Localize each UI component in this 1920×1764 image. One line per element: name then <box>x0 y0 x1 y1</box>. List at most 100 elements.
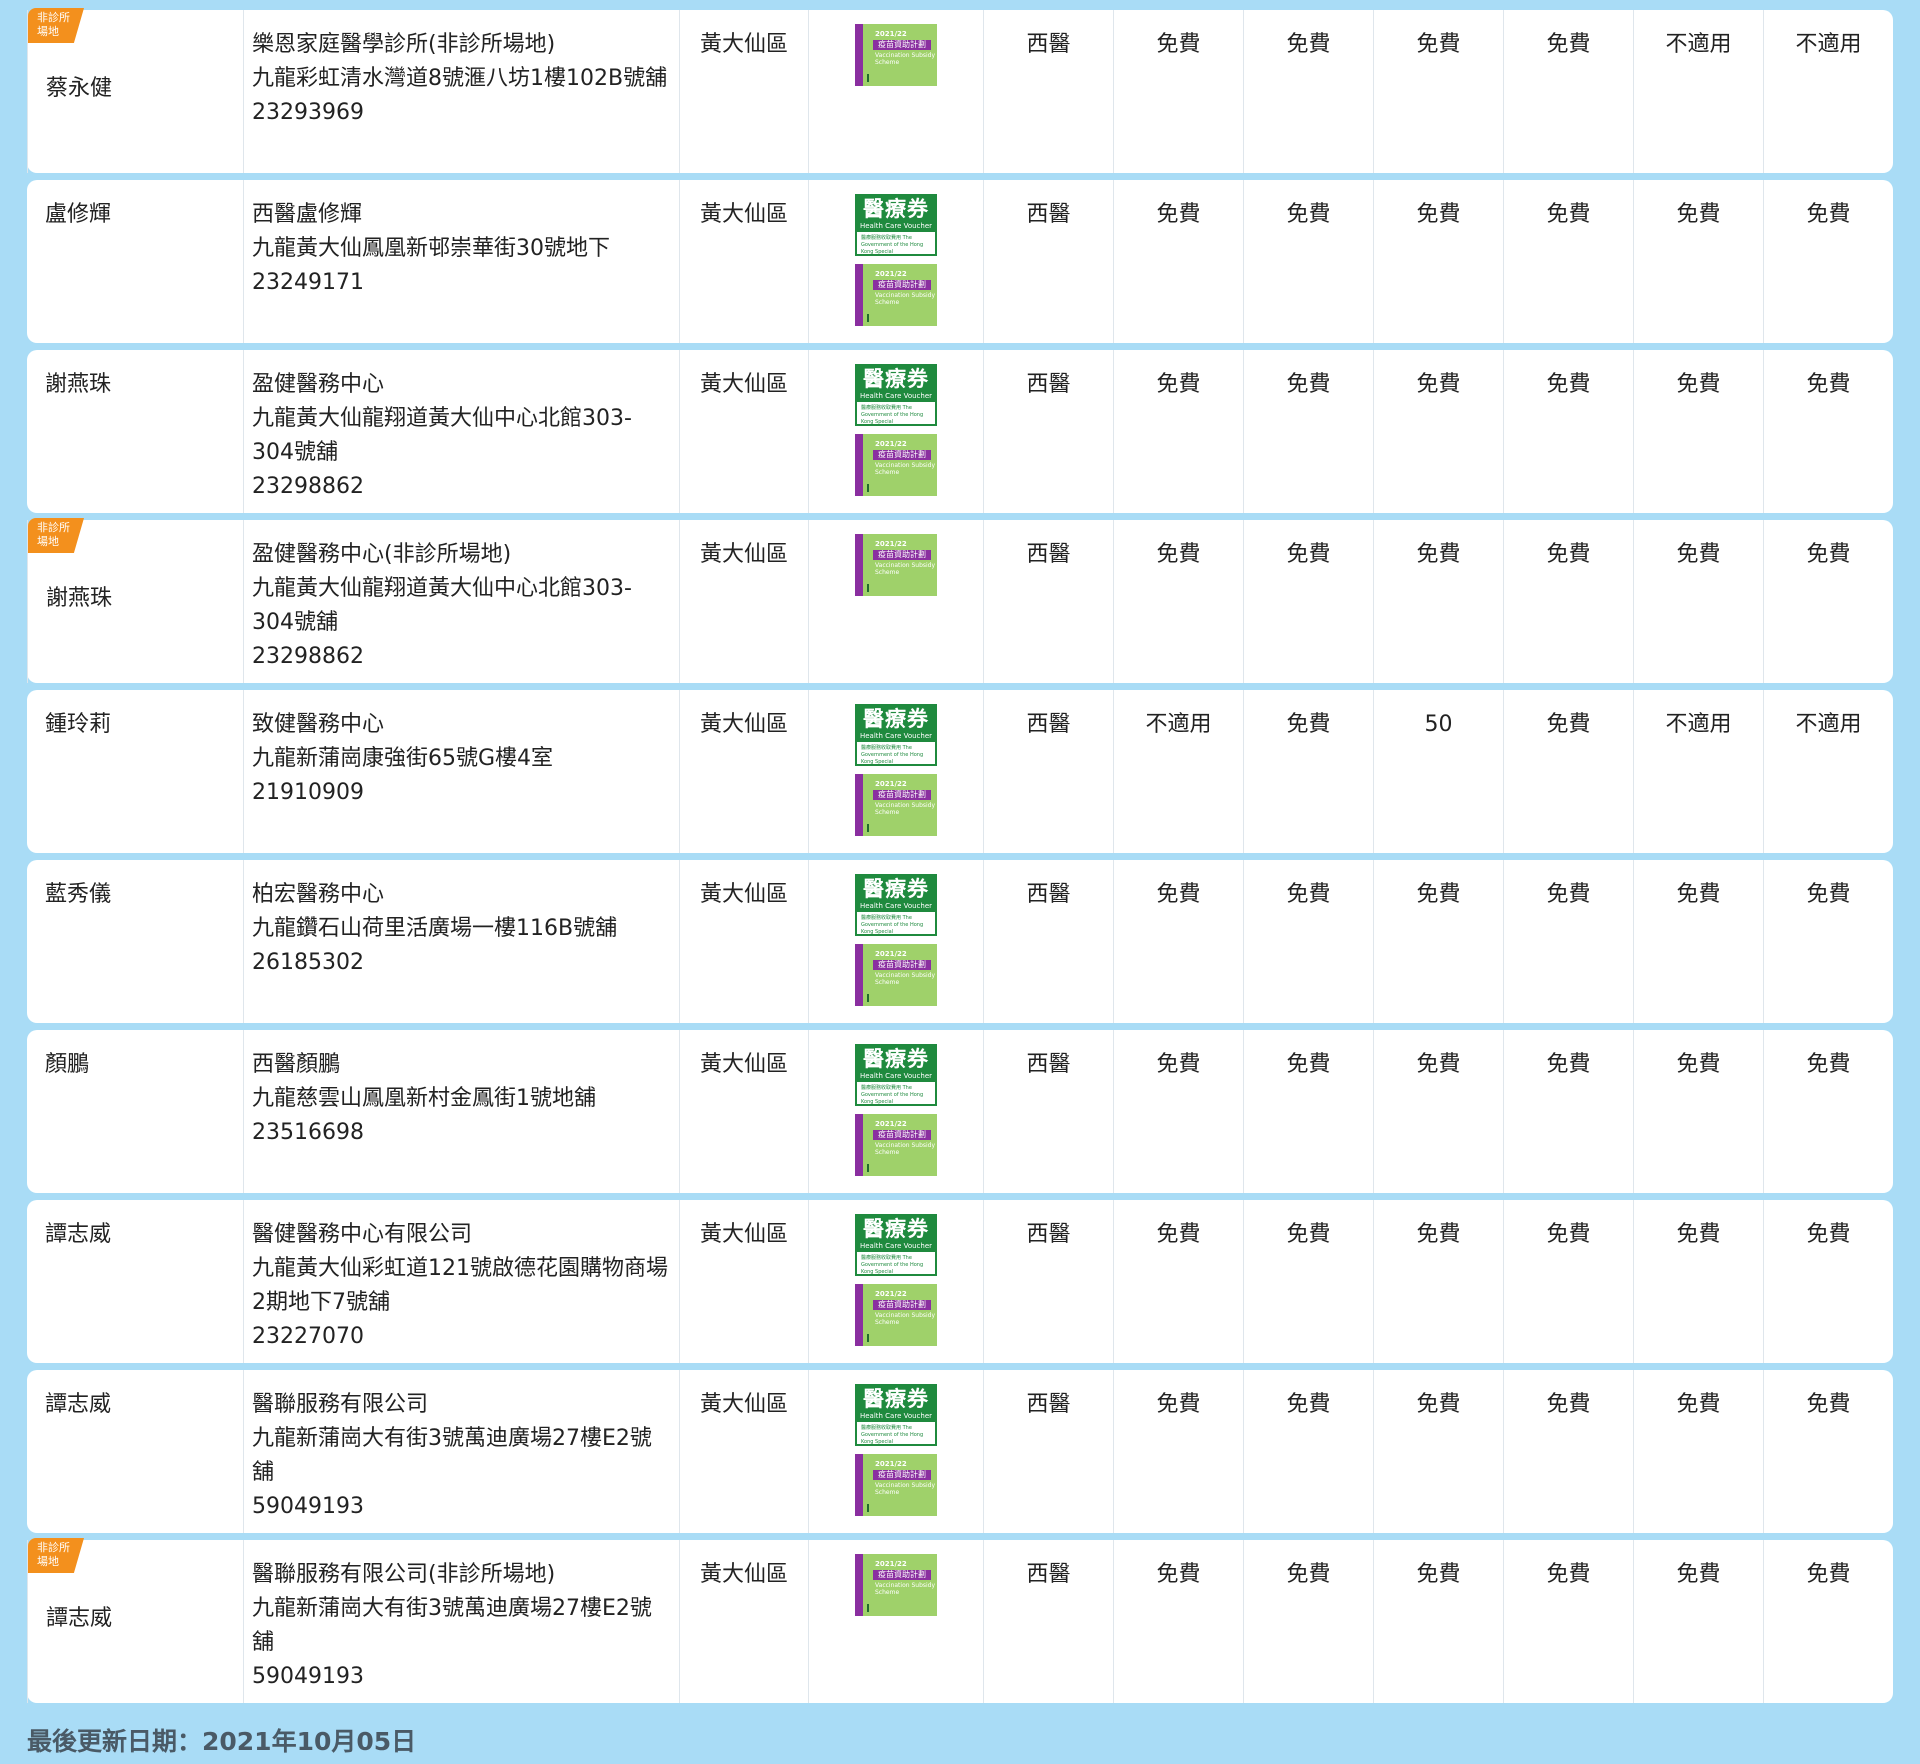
fee-cell-2: 免費 <box>1243 520 1373 683</box>
vss-title: 疫苗資助計劃 <box>873 1300 931 1310</box>
fee-cell-3: 免費 <box>1373 520 1503 683</box>
hcv-title: 醫療券 <box>863 366 929 391</box>
clinic-address: 九龍黃大仙龍翔道黃大仙中心北館303-304號舖 <box>252 406 632 465</box>
fee-cell-1: 免費 <box>1113 860 1243 1023</box>
vaccination-subsidy-scheme-logo: 2021/22 疫苗資助計劃 Vaccination Subsidy Scheme <box>855 434 937 496</box>
table-row: 非診所 場地 蔡永健 樂恩家庭醫學診所(非診所場地) 九龍彩虹清水灣道8號滙八坊… <box>27 8 1893 173</box>
vss-year: 2021/22 <box>875 950 907 958</box>
clinic-info: 柏宏醫務中心 九龍鑽石山荷里活廣場一樓116B號舖 26185302 <box>243 860 679 1023</box>
scheme-logos: 醫療券 Health Care Voucher 醫療服務收取費用 The Gover… <box>808 690 983 853</box>
fee-cell-2: 免費 <box>1243 1370 1373 1533</box>
hcv-small-text: 醫療服務收取費用 The Government of the Hong Kong… <box>857 232 935 254</box>
clinic-info: 西醫顏鵬 九龍慈雲山鳳凰新村金鳳街1號地舖 23516698 <box>243 1030 679 1193</box>
doctor-type: 西醫 <box>983 690 1113 853</box>
fee-cell-1: 免費 <box>1113 1200 1243 1363</box>
fee-cell-5: 免費 <box>1633 1030 1763 1193</box>
vss-year: 2021/22 <box>875 1290 907 1298</box>
hcv-title: 醫療券 <box>863 1046 929 1071</box>
fee-cell-1: 免費 <box>1113 1540 1243 1703</box>
fee-cell-3: 免費 <box>1373 10 1503 173</box>
fee-cell-2: 免費 <box>1243 10 1373 173</box>
scheme-logos: 醫療券 Health Care Voucher 醫療服務收取費用 The Gover… <box>808 860 983 1023</box>
district: 黃大仙區 <box>679 350 808 513</box>
hcv-subtitle: Health Care Voucher <box>859 392 933 400</box>
fee-cell-2: 免費 <box>1243 690 1373 853</box>
clinic-info: 西醫盧修輝 九龍黃大仙鳳凰新邨崇華街30號地下 23249171 <box>243 180 679 343</box>
scheme-logos: 2021/22 疫苗資助計劃 Vaccination Subsidy Scheme <box>808 520 983 683</box>
fee-cell-5: 免費 <box>1633 1200 1763 1363</box>
scheme-logos: 醫療券 Health Care Voucher 醫療服務收取費用 The Gover… <box>808 350 983 513</box>
needle-icon <box>867 74 875 82</box>
vaccination-subsidy-scheme-logo: 2021/22 疫苗資助計劃 Vaccination Subsidy Scheme <box>855 1114 937 1176</box>
vss-year: 2021/22 <box>875 1120 907 1128</box>
health-care-voucher-logo: 醫療券 Health Care Voucher 醫療服務收取費用 The Gover… <box>855 874 937 936</box>
table-row: 非診所 場地 謝燕珠 盈健醫務中心(非診所場地) 九龍黃大仙龍翔道黃大仙中心北館… <box>27 518 1893 683</box>
clinic-table: 非診所 場地 蔡永健 樂恩家庭醫學診所(非診所場地) 九龍彩虹清水灣道8號滙八坊… <box>27 8 1893 1710</box>
fee-cell-1: 不適用 <box>1113 690 1243 853</box>
clinic-info: 醫聯服務有限公司(非診所場地) 九龍新蒲崗大有街3號萬迪廣場27樓E2號舖 59… <box>243 1540 679 1703</box>
health-care-voucher-logo: 醫療券 Health Care Voucher 醫療服務收取費用 The Gover… <box>855 704 937 766</box>
clinic-address: 九龍鑽石山荷里活廣場一樓116B號舖 <box>252 916 618 941</box>
doctor-name: 譚志威 <box>45 1392 112 1417</box>
last-updated-text: 最後更新日期：2021年10月05日 <box>27 1727 417 1756</box>
fee-cell-6: 免費 <box>1763 180 1893 343</box>
doctor-type: 西醫 <box>983 860 1113 1023</box>
clinic-info: 致健醫務中心 九龍新蒲崗康強街65號G樓4室 21910909 <box>243 690 679 853</box>
vss-title: 疫苗資助計劃 <box>873 790 931 800</box>
fee-cell-6: 免費 <box>1763 1540 1893 1703</box>
health-care-voucher-logo: 醫療券 Health Care Voucher 醫療服務收取費用 The Gover… <box>855 364 937 426</box>
hcv-title: 醫療券 <box>863 1386 929 1411</box>
vss-title: 疫苗資助計劃 <box>873 960 931 970</box>
clinic-info: 盈健醫務中心 九龍黃大仙龍翔道黃大仙中心北館303-304號舖 23298862 <box>243 350 679 513</box>
clinic-address: 九龍新蒲崗大有街3號萬迪廣場27樓E2號舖 <box>252 1426 652 1485</box>
doctor-type: 西醫 <box>983 520 1113 683</box>
needle-icon <box>867 1164 875 1172</box>
fee-cell-1: 免費 <box>1113 180 1243 343</box>
vaccination-subsidy-scheme-logo: 2021/22 疫苗資助計劃 Vaccination Subsidy Scheme <box>855 1454 937 1516</box>
vaccination-subsidy-scheme-logo: 2021/22 疫苗資助計劃 Vaccination Subsidy Scheme <box>855 264 937 326</box>
clinic-address: 九龍黃大仙彩虹道121號啟德花園購物商場2期地下7號舖 <box>252 1256 668 1315</box>
vss-title: 疫苗資助計劃 <box>873 40 931 50</box>
table-row: 盧修輝 西醫盧修輝 九龍黃大仙鳳凰新邨崇華街30號地下 23249171 黃大仙… <box>27 180 1893 343</box>
needle-icon <box>867 1334 875 1342</box>
clinic-phone: 59049193 <box>252 1664 364 1689</box>
fee-cell-6: 免費 <box>1763 1200 1893 1363</box>
clinic-name: 柏宏醫務中心 <box>252 882 385 907</box>
district: 黃大仙區 <box>679 10 808 173</box>
health-care-voucher-logo: 醫療券 Health Care Voucher 醫療服務收取費用 The Gover… <box>855 1384 937 1446</box>
fee-cell-3: 免費 <box>1373 1370 1503 1533</box>
vss-year: 2021/22 <box>875 1460 907 1468</box>
fee-cell-5: 免費 <box>1633 350 1763 513</box>
doctor-type: 西醫 <box>983 350 1113 513</box>
vaccination-subsidy-scheme-logo: 2021/22 疫苗資助計劃 Vaccination Subsidy Scheme <box>855 24 937 86</box>
vss-english: Vaccination Subsidy Scheme <box>875 802 936 816</box>
needle-icon <box>867 1504 875 1512</box>
fee-cell-4: 免費 <box>1503 520 1633 683</box>
clinic-address: 九龍慈雲山鳳凰新村金鳳街1號地舖 <box>252 1086 596 1111</box>
needle-icon <box>867 314 875 322</box>
district: 黃大仙區 <box>679 690 808 853</box>
hcv-small-text: 醫療服務收取費用 The Government of the Hong Kong… <box>857 912 935 934</box>
fee-cell-4: 免費 <box>1503 1200 1633 1363</box>
fee-cell-3: 免費 <box>1373 860 1503 1023</box>
hcv-title: 醫療券 <box>863 196 929 221</box>
vaccination-subsidy-scheme-logo: 2021/22 疫苗資助計劃 Vaccination Subsidy Scheme <box>855 1284 937 1346</box>
scheme-logos: 醫療券 Health Care Voucher 醫療服務收取費用 The Gover… <box>808 1370 983 1533</box>
hcv-subtitle: Health Care Voucher <box>859 732 933 740</box>
vss-english: Vaccination Subsidy Scheme <box>875 562 936 576</box>
doctor-type: 西醫 <box>983 1370 1113 1533</box>
clinic-name: 西醫顏鵬 <box>252 1052 341 1077</box>
vss-english: Vaccination Subsidy Scheme <box>875 292 936 306</box>
hcv-subtitle: Health Care Voucher <box>859 1412 933 1420</box>
clinic-info: 樂恩家庭醫學診所(非診所場地) 九龍彩虹清水灣道8號滙八坊1樓102B號舖 23… <box>243 10 679 173</box>
vss-title: 疫苗資助計劃 <box>873 1470 931 1480</box>
fee-cell-6: 免費 <box>1763 1370 1893 1533</box>
needle-icon <box>867 824 875 832</box>
clinic-name: 盈健醫務中心 <box>252 372 385 397</box>
doctor-type: 西醫 <box>983 1540 1113 1703</box>
hcv-small-text: 醫療服務收取費用 The Government of the Hong Kong… <box>857 1082 935 1104</box>
fee-cell-5: 免費 <box>1633 520 1763 683</box>
fee-cell-1: 免費 <box>1113 520 1243 683</box>
table-row: 顏鵬 西醫顏鵬 九龍慈雲山鳳凰新村金鳳街1號地舖 23516698 黃大仙區 醫… <box>27 1030 1893 1193</box>
fee-cell-5: 免費 <box>1633 1540 1763 1703</box>
